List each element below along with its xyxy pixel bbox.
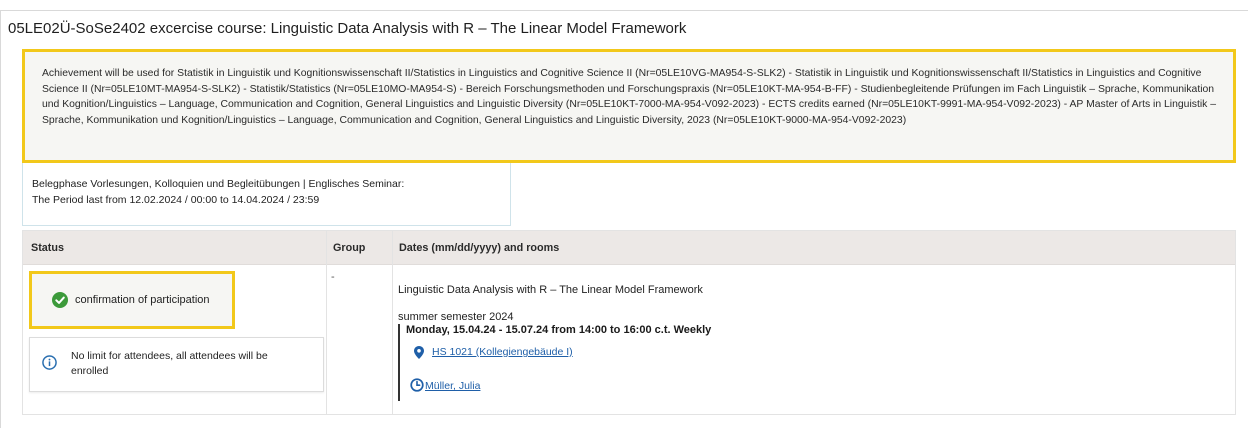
- header-dates: Dates (mm/dd/yyyy) and rooms: [399, 242, 560, 254]
- clock-icon: [410, 378, 424, 392]
- period-dates: The Period last from 12.02.2024 / 00:00 …: [32, 194, 320, 206]
- semester-label: summer semester 2024: [398, 311, 514, 323]
- achievement-text: Achievement will be used for Statistik i…: [42, 68, 1217, 126]
- course-title: 05LE02Ü-SoSe2402 excercise course: Lingu…: [8, 20, 687, 37]
- lecturer-link[interactable]: Müller, Julia: [425, 380, 480, 392]
- event-title: Linguistic Data Analysis with R – The Li…: [398, 284, 703, 296]
- group-value: -: [331, 271, 335, 283]
- table-header-row: Status Group Dates (mm/dd/yyyy) and room…: [23, 231, 1235, 265]
- registration-period-box: Belegphase Vorlesungen, Kolloquien und B…: [22, 163, 511, 226]
- appointment-block: Monday, 15.04.24 - 15.07.24 from 14:00 t…: [398, 324, 898, 401]
- period-phase-label: Belegphase Vorlesungen, Kolloquien und B…: [32, 178, 405, 190]
- enrollment-table: Status Group Dates (mm/dd/yyyy) and room…: [22, 230, 1236, 415]
- status-label: confirmation of participation: [75, 294, 210, 306]
- info-circle-icon: [42, 355, 57, 370]
- attendee-limit-text: No limit for attendees, all attendees wi…: [71, 350, 268, 377]
- achievement-info-box: Achievement will be used for Statistik i…: [22, 49, 1236, 163]
- header-status: Status: [31, 242, 64, 254]
- check-circle-icon: [52, 292, 68, 308]
- participation-status-badge: confirmation of participation: [29, 271, 235, 329]
- location-pin-icon: [414, 346, 424, 359]
- header-group: Group: [333, 242, 366, 254]
- column-divider: [326, 231, 327, 414]
- attendee-limit-info: No limit for attendees, all attendees wi…: [29, 337, 324, 392]
- schedule-text: Monday, 15.04.24 - 15.07.24 from 14:00 t…: [406, 324, 712, 336]
- room-link[interactable]: HS 1021 (Kollegiengebäude I): [432, 346, 573, 358]
- column-divider: [392, 231, 393, 414]
